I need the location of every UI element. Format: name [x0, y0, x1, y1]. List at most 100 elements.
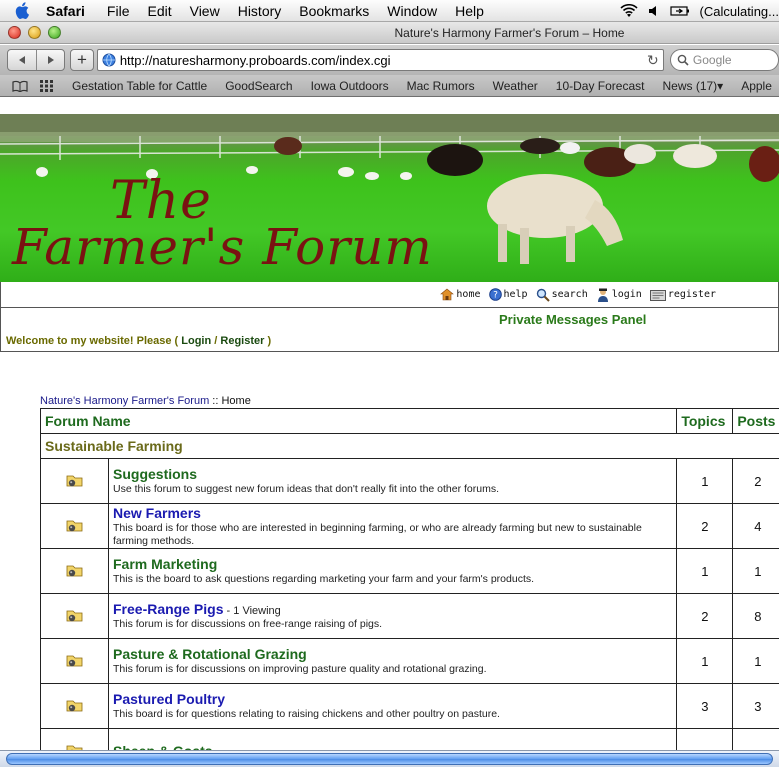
- bookmark-apple[interactable]: Apple: [741, 79, 772, 93]
- nav-register[interactable]: register: [649, 289, 716, 301]
- login-link[interactable]: Login: [181, 335, 211, 347]
- folder-icon: [66, 475, 84, 491]
- register-link[interactable]: Register: [220, 335, 264, 347]
- menu-view[interactable]: View: [190, 3, 220, 19]
- folder-icon: [66, 655, 84, 671]
- url-text[interactable]: http://naturesharmony.proboards.com/inde…: [120, 53, 643, 68]
- nav-home-label: home: [456, 289, 481, 300]
- breadcrumb-current: Home: [221, 395, 251, 407]
- menu-edit[interactable]: Edit: [147, 3, 171, 19]
- board-info-cell: Pastured Poultry This board is for quest…: [107, 683, 678, 729]
- board-topics-count: 1: [676, 548, 734, 594]
- nav-search[interactable]: search: [536, 288, 588, 302]
- board-status-cell: [40, 728, 109, 750]
- close-window-button[interactable]: [8, 26, 21, 39]
- globe-icon: [102, 53, 116, 67]
- menu-bookmarks[interactable]: Bookmarks: [299, 3, 369, 19]
- nav-buttons: [7, 49, 65, 71]
- nav-login[interactable]: login: [596, 288, 642, 302]
- wifi-icon[interactable]: [619, 4, 638, 18]
- board-row: New Farmers This board is for those who …: [40, 503, 779, 549]
- home-icon: [440, 288, 455, 301]
- address-bar[interactable]: http://naturesharmony.proboards.com/inde…: [96, 49, 664, 71]
- open-book-icon[interactable]: [12, 80, 28, 92]
- board-info-cell: Free-Range Pigs - 1 Viewing This forum is…: [107, 593, 678, 639]
- register-icon: [649, 289, 666, 301]
- board-name-link[interactable]: Pasture & Rotational Grazing: [113, 646, 307, 662]
- board-status-cell: [40, 683, 109, 729]
- menu-file[interactable]: File: [107, 3, 130, 19]
- web-page: The Farmer's Forum home ? help search lo…: [0, 98, 779, 750]
- bookmark-goodsearch[interactable]: GoodSearch: [225, 79, 292, 93]
- bookmark-weather[interactable]: Weather: [493, 79, 538, 93]
- google-search-field[interactable]: Google: [669, 49, 779, 71]
- board-topics-count: 2: [676, 593, 734, 639]
- board-name-link[interactable]: Sheep & Goats: [113, 743, 213, 751]
- board-description: This forum is for discussions on improvi…: [113, 663, 487, 675]
- board-name-link[interactable]: Suggestions: [113, 466, 197, 482]
- horizontal-scrollbar[interactable]: [0, 750, 779, 767]
- bookmark-iowa-outdoors[interactable]: Iowa Outdoors: [311, 79, 389, 93]
- category-sustainable-farming[interactable]: Sustainable Farming: [40, 433, 779, 459]
- bookmark-10-day-forecast[interactable]: 10-Day Forecast: [556, 79, 645, 93]
- battery-icon[interactable]: [669, 5, 690, 17]
- board-name-link[interactable]: Pastured Poultry: [113, 691, 225, 707]
- bookmark-gestation-table[interactable]: Gestation Table for Cattle: [72, 79, 207, 93]
- reload-icon[interactable]: ↻: [643, 52, 663, 69]
- board-name-link[interactable]: New Farmers: [113, 505, 201, 521]
- board-description: This board is for those who are interest…: [113, 521, 642, 547]
- bookmarks-bar: Gestation Table for Cattle GoodSearch Io…: [0, 75, 779, 97]
- top-sites-grid-icon[interactable]: [40, 79, 54, 92]
- mac-menubar: Safari File Edit View History Bookmarks …: [0, 0, 779, 22]
- minimize-window-button[interactable]: [28, 26, 41, 39]
- banner-title: The Farmer's Forum: [12, 175, 433, 276]
- scrollbar-thumb[interactable]: [6, 753, 773, 765]
- board-row: Free-Range Pigs - 1 Viewing This forum is…: [40, 593, 779, 639]
- board-row: Pasture & Rotational Grazing This forum …: [40, 638, 779, 684]
- menu-window[interactable]: Window: [387, 3, 437, 19]
- board-topics-count: 1: [676, 638, 734, 684]
- forward-button[interactable]: [36, 50, 64, 70]
- board-posts-count: 2: [732, 458, 779, 504]
- help-icon: ?: [488, 288, 502, 301]
- nav-home[interactable]: home: [440, 288, 481, 301]
- menu-help[interactable]: Help: [455, 3, 484, 19]
- nav-register-label: register: [667, 289, 716, 300]
- board-posts-count: 3: [732, 683, 779, 729]
- forum-table: Forum Name Topics Posts Sustainable Farm…: [39, 408, 779, 751]
- breadcrumb-forum-link[interactable]: Nature's Harmony Farmer's Forum: [40, 395, 209, 407]
- zoom-window-button[interactable]: [48, 26, 61, 39]
- board-info-cell: Pasture & Rotational Grazing This forum …: [107, 638, 678, 684]
- apple-menu-icon[interactable]: [12, 1, 32, 21]
- forum-nav: home ? help search login register: [0, 282, 779, 308]
- board-posts-count: [732, 728, 779, 750]
- menu-safari[interactable]: Safari: [46, 3, 85, 19]
- board-info-cell: New Farmers This board is for those who …: [107, 503, 678, 549]
- board-status-cell: [40, 503, 109, 549]
- board-description: This board is for questions relating to …: [113, 708, 500, 720]
- board-viewing-count: - 1 Viewing: [226, 605, 281, 617]
- bookmark-news[interactable]: News (17)▾: [662, 79, 723, 93]
- window-title: Nature's Harmony Farmer's Forum – Home: [394, 25, 625, 40]
- svg-text:?: ?: [493, 291, 498, 301]
- banner-title-line2: Farmer's Forum: [12, 218, 433, 276]
- menu-history[interactable]: History: [238, 3, 282, 19]
- private-messages-panel[interactable]: Private Messages Panel: [499, 312, 646, 327]
- back-button[interactable]: [8, 50, 36, 70]
- add-bookmark-button[interactable]: +: [70, 49, 94, 71]
- nav-help[interactable]: ? help: [488, 288, 528, 301]
- board-topics-count: 2: [676, 503, 734, 549]
- header-forum-name: Forum Name: [39, 408, 678, 434]
- bookmark-mac-rumors[interactable]: Mac Rumors: [407, 79, 475, 93]
- board-name-link[interactable]: Free-Range Pigs: [113, 601, 223, 617]
- board-topics-count: 1: [676, 458, 734, 504]
- volume-icon[interactable]: [648, 4, 660, 18]
- board-row: Suggestions Use this forum to suggest ne…: [40, 458, 779, 504]
- breadcrumb-separator: ::: [212, 395, 219, 407]
- breadcrumb: Nature's Harmony Farmer's Forum :: Home: [40, 395, 251, 407]
- board-row: Farm Marketing This is the board to ask …: [40, 548, 779, 594]
- folder-icon: [66, 700, 84, 716]
- window-titlebar: Nature's Harmony Farmer's Forum – Home: [0, 22, 779, 44]
- board-name-link[interactable]: Farm Marketing: [113, 556, 217, 572]
- forum-banner: The Farmer's Forum: [0, 114, 779, 282]
